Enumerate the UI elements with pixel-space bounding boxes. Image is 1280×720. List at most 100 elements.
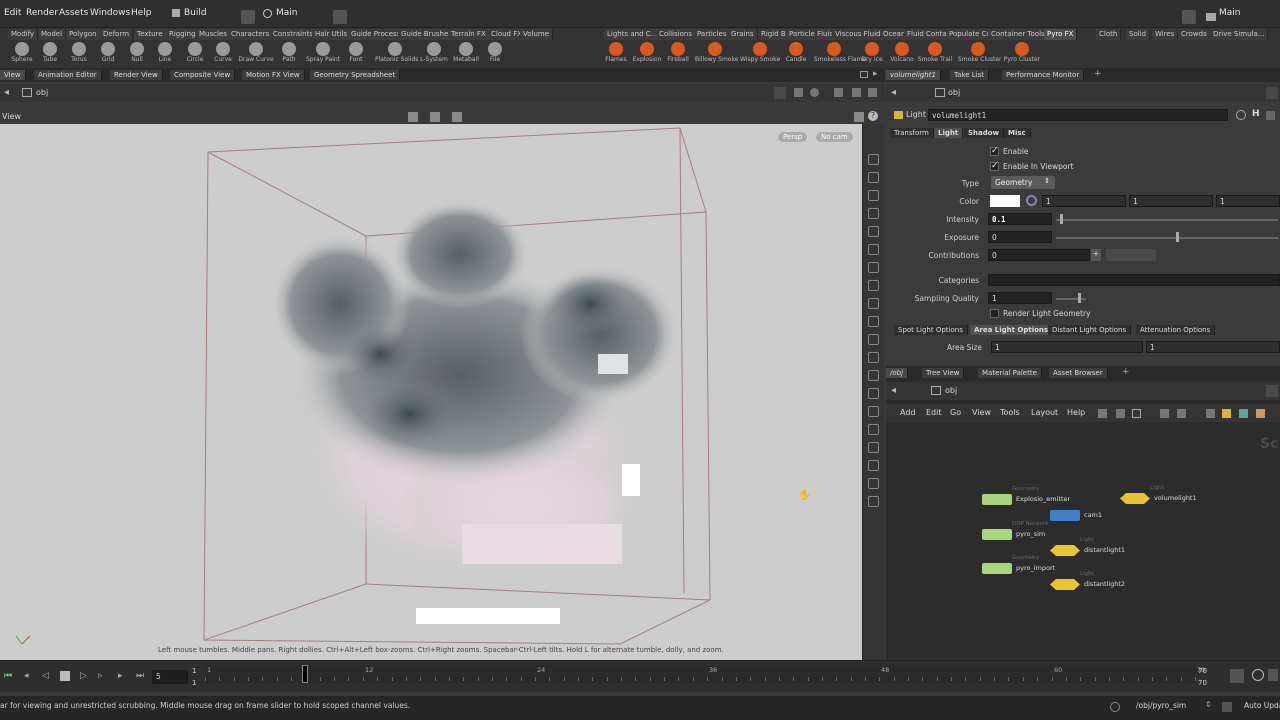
tab-performance-monitor[interactable]: Performance Monitor (1002, 70, 1085, 80)
shelf-tab-cloth[interactable]: Cloth (1096, 29, 1122, 40)
menu-tools[interactable]: Tools (1000, 408, 1020, 417)
back-arrow-icon[interactable]: ◂ (891, 385, 896, 396)
lights-icon[interactable] (868, 172, 879, 183)
box-icon[interactable] (1132, 409, 1141, 418)
tab-transform[interactable]: Transform (890, 128, 934, 138)
tool-smokeless-flame[interactable]: Smokeless Flame (814, 42, 866, 68)
select-tool-icon[interactable] (408, 112, 418, 122)
pin-icon[interactable] (794, 88, 803, 97)
menu-add[interactable]: Add (900, 408, 916, 417)
shelf-tab-pyro-fx[interactable]: Pyro FX (1044, 29, 1078, 40)
add-tab-icon[interactable]: + (1122, 367, 1130, 377)
grid-icon[interactable] (1160, 409, 1169, 418)
tab-distant-light-options[interactable]: Distant Light Options (1048, 325, 1132, 335)
sampling-field[interactable]: 1 (988, 292, 1052, 304)
param-path-dropdown[interactable] (1266, 87, 1278, 99)
viewport-3d[interactable]: Persp No cam ✋ Left mouse tumbles. Middl… (0, 124, 862, 660)
persp-menu[interactable]: Persp (778, 132, 808, 142)
orient-icon[interactable] (868, 460, 879, 471)
exposure-field[interactable]: 0 (988, 231, 1052, 243)
tab-tree-view[interactable]: Tree View (922, 368, 965, 378)
menu-help[interactable]: Help (1067, 408, 1085, 417)
pane-menu-icon[interactable]: ▸ (873, 69, 878, 79)
shelf-tab-particles[interactable]: Particles (694, 29, 731, 40)
display-icon[interactable] (868, 298, 879, 309)
render-icon[interactable] (868, 496, 879, 507)
exposure-slider-knob[interactable] (1176, 232, 1179, 242)
tab-light[interactable]: Light (934, 128, 964, 138)
render-geo-checkbox[interactable] (990, 309, 999, 318)
categories-field[interactable] (988, 274, 1280, 286)
lock-icon[interactable] (868, 388, 879, 399)
color-swatch[interactable] (990, 195, 1020, 207)
cook-icon[interactable] (1222, 702, 1232, 712)
shelf-tab-texture[interactable]: Texture (134, 29, 167, 40)
enable-checkbox[interactable] (990, 146, 999, 156)
shelf-tab-model[interactable]: Model (38, 29, 67, 40)
tool-font[interactable]: Font (336, 42, 376, 68)
area-size-y-field[interactable]: 1 (1146, 341, 1280, 353)
audio-icon[interactable] (1268, 669, 1278, 681)
wrench-icon[interactable] (1098, 409, 1107, 418)
add-tab-icon[interactable]: + (1094, 69, 1102, 79)
shelf-tab-modify[interactable]: Modify (8, 29, 39, 40)
status-path[interactable]: /obj/pyro_sim (1136, 701, 1186, 710)
node-name-field[interactable]: volumelight1 (928, 109, 1228, 121)
shelf-tab-solid[interactable]: Solid (1126, 29, 1151, 40)
desktop-dropdown[interactable] (241, 10, 255, 24)
link-icon[interactable] (810, 88, 819, 97)
intensity-field[interactable]: 0.1 (988, 213, 1052, 225)
shelf-tab-volume[interactable]: Volume (520, 29, 554, 40)
tab-misc[interactable]: Misc (1004, 128, 1031, 138)
param-options-icon[interactable] (1266, 111, 1275, 120)
vis-icon[interactable] (868, 334, 879, 345)
update-mode[interactable]: Auto Upda (1244, 701, 1280, 710)
menu-edit[interactable]: Edit (926, 408, 942, 417)
color-picker-icon[interactable] (1026, 195, 1037, 206)
notes-icon[interactable] (1222, 409, 1231, 418)
menu-edit[interactable]: Edit (4, 8, 21, 18)
palette-icon[interactable] (1239, 409, 1248, 418)
tab-obj[interactable]: /obj (886, 368, 909, 378)
path-dropdown-icon[interactable]: ⇕ (1205, 700, 1212, 709)
tab-geometry-spreadsheet[interactable]: Geometry Spreadsheet (310, 70, 401, 80)
step-back-icon[interactable]: ◁ (42, 671, 49, 681)
next-key-icon[interactable]: ▸ (118, 671, 123, 681)
prev-key-icon[interactable]: ◂ (24, 671, 29, 681)
exposure-slider[interactable] (1056, 237, 1278, 239)
shelf-tab-muscles[interactable]: Muscles (196, 29, 231, 40)
contributions-add-button[interactable]: + (1091, 249, 1101, 261)
area-size-x-field[interactable]: 1 (991, 341, 1143, 353)
camera-icon[interactable] (868, 190, 879, 201)
tool-platonic-solids[interactable]: Platonic Solids (375, 42, 418, 68)
shelf-tab-terrain-fx[interactable]: Terrain FX (448, 29, 490, 40)
persp-icon[interactable] (868, 424, 879, 435)
layout-icon[interactable] (1206, 409, 1215, 418)
shelf-tab-characters[interactable]: Characters (228, 29, 274, 40)
color-g-field[interactable]: 1 (1129, 195, 1213, 207)
menu-view[interactable]: View (972, 408, 991, 417)
right-desktop-label[interactable]: Main (1219, 8, 1241, 18)
tool-candle[interactable]: Candle (776, 42, 816, 68)
path-dropdown[interactable] (774, 87, 786, 99)
guide-icon[interactable] (868, 370, 879, 381)
intensity-slider-knob[interactable] (1060, 214, 1063, 224)
type-select[interactable]: Geometry ⇕ (991, 176, 1055, 189)
options-icon[interactable] (868, 88, 877, 97)
color-b-field[interactable]: 1 (1216, 195, 1280, 207)
tool-file[interactable]: File (475, 42, 515, 68)
shelf-tab-container-tools[interactable]: Container Tools (988, 29, 1049, 40)
tool-billowy-smoke[interactable]: Billowy Smoke (695, 42, 738, 68)
gear-icon[interactable] (1236, 110, 1246, 120)
shelf-tab-polygon[interactable]: Polygon (66, 29, 101, 40)
context-dropdown[interactable] (333, 10, 347, 24)
playhead[interactable] (302, 665, 308, 683)
shaded-icon[interactable] (868, 244, 879, 255)
enable-viewport-checkbox[interactable] (990, 161, 999, 171)
tab-composite-view[interactable]: Composite View (170, 70, 236, 80)
tiles-icon[interactable] (1177, 409, 1186, 418)
sampling-slider-knob[interactable] (1078, 293, 1081, 303)
param-path[interactable]: obj (948, 88, 960, 97)
menu-assets[interactable]: Assets (59, 8, 88, 18)
viewer-path[interactable]: obj (36, 88, 48, 97)
